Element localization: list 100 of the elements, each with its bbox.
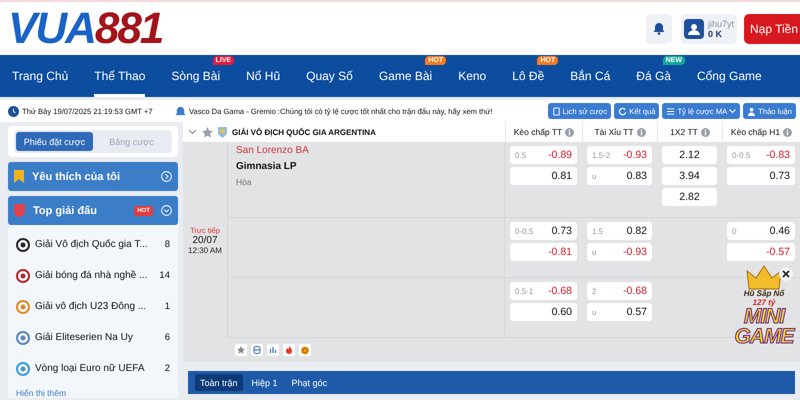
bookmark-icon (14, 170, 24, 183)
odds-value: -0.93 (623, 246, 647, 258)
league-item[interactable]: Giải Eliteserien Na Uy 6 (16, 322, 170, 353)
nav-item[interactable]: Nổ Hũ (246, 55, 280, 97)
odds-value: 0.60 (552, 306, 572, 318)
odds-cell[interactable]: 1.5 0.82 (587, 222, 652, 240)
league-item[interactable]: Giải bóng đá nhà nghề ... 14 (16, 260, 170, 291)
mini-game-widget[interactable]: Hũ Sắp Nổ 127 tỷ MINI GAME (728, 265, 800, 383)
league-item[interactable]: Vòng loại Euro nữ UEFA 2 (16, 353, 170, 384)
star-icon[interactable] (235, 344, 247, 356)
nav-item[interactable]: Quay Số (306, 55, 353, 97)
person-icon (747, 106, 756, 116)
odds-value: 2.12 (679, 149, 700, 161)
match-count: 8 (164, 239, 170, 250)
odds-value: -0.57 (766, 246, 790, 258)
handicap-line: 1.5-2 (592, 150, 612, 160)
odds-cell[interactable]: -0.57 (727, 243, 795, 261)
handicap-line: u (592, 172, 598, 180)
odds-value: 0.82 (626, 225, 647, 237)
nav-item[interactable]: Bắn Cá (570, 55, 610, 97)
odds-value: -0.68 (623, 285, 647, 297)
odds-cell[interactable]: 2 -0.68 (587, 282, 652, 300)
league-title: GIẢI VÔ ĐỊCH QUỐC GIA ARGENTINA (232, 128, 376, 136)
league-name: Giải vô địch U23 Đông ... (35, 301, 148, 312)
match-date: 20/07 (192, 234, 218, 246)
nav-item[interactable]: Cổng Game (696, 55, 762, 97)
notification-button[interactable] (646, 14, 672, 44)
odds-cell[interactable]: 3.94 (662, 167, 717, 185)
period-tab[interactable]: Toàn trận (195, 374, 243, 391)
odds-cell[interactable]: 0.73 (727, 167, 795, 185)
handicap-line: 0.5-1 (515, 286, 534, 296)
nav-item[interactable]: Trang Chủ (12, 55, 68, 97)
match-time: 12:30 AM (188, 246, 222, 254)
league-name: Vòng loại Euro nữ UEFA (35, 363, 146, 374)
odds-cell[interactable]: 0.60 (510, 303, 577, 321)
odds-cell[interactable]: 0 0.46 (727, 222, 795, 240)
league-name: Giải Eliteserien Na Uy (35, 332, 134, 343)
close-icon[interactable] (779, 267, 793, 281)
odds-cell[interactable]: 0.5-1 -0.68 (510, 282, 577, 300)
league-logo-icon (16, 300, 30, 314)
handicap-line: u (592, 308, 598, 316)
league-item[interactable]: Giải Vô địch Quốc gia T... 8 (16, 229, 170, 260)
info-icon (565, 128, 574, 136)
handicap-line: 0-0.5 (732, 150, 752, 160)
period-tab[interactable]: Phạt góc (286, 374, 332, 391)
show-more-link[interactable]: Hiển thị thêm (16, 384, 170, 398)
sidebar-tab[interactable]: Phiếu đặt cược (16, 132, 93, 151)
bar-chart-icon[interactable] (267, 344, 279, 356)
odds-value: 2.82 (679, 191, 700, 203)
odds-cell[interactable]: 0-0.5 -0.83 (727, 146, 795, 164)
caret-icon (729, 108, 736, 114)
league-name: Giải Vô địch Quốc gia T... (35, 239, 149, 250)
odds-value: -0.89 (548, 149, 572, 161)
match-count: 6 (164, 332, 170, 343)
deposit-button[interactable]: Nạp Tiền (744, 14, 800, 44)
odds-cell[interactable]: 2.12 (662, 146, 717, 164)
odds-cell[interactable]: -0.81 (510, 243, 577, 261)
odds-cell[interactable]: 2.82 (662, 188, 717, 206)
info-icon (700, 128, 710, 136)
league-logo-icon (16, 362, 30, 376)
site-logo[interactable]: VUA881 (8, 4, 646, 54)
chevron-down-icon[interactable] (188, 129, 197, 135)
favorites-bar[interactable]: Yêu thích của tôi (8, 162, 178, 191)
balance: 0 K (708, 28, 722, 38)
odds-cell[interactable]: u 0.57 (587, 303, 652, 321)
odds-value: -0.81 (548, 246, 572, 258)
odds-value: -0.83 (766, 149, 790, 161)
odds-cell[interactable]: 0.81 (510, 167, 577, 185)
list-icon (666, 106, 676, 116)
league-badge-icon (218, 126, 227, 138)
user-card[interactable]: jihu7yt 0 K (681, 14, 737, 44)
match-count: 1 (164, 301, 170, 312)
info-icon (636, 128, 646, 136)
mini-game-word: GAME (734, 327, 794, 347)
handicap-line: 2 (592, 286, 598, 296)
username: jihu7yt (708, 18, 734, 28)
handicap-line: 0.5 (515, 150, 528, 160)
match-count: 2 (164, 363, 170, 374)
coin-icon[interactable] (299, 344, 311, 356)
user-icon (684, 18, 704, 38)
period-tab[interactable]: Hiệp 1 (246, 374, 283, 391)
odds-value: 0.81 (552, 170, 572, 182)
odds-cell[interactable]: 0-0.5 0.73 (510, 222, 577, 240)
chevron-right-icon (161, 171, 172, 182)
flame-icon[interactable] (283, 344, 295, 356)
odds-cell[interactable]: u 0.83 (587, 167, 652, 185)
league-item[interactable]: Giải vô địch U23 Đông ... 1 (16, 291, 170, 322)
league-logo-icon (16, 268, 30, 282)
league-logo-icon (16, 238, 30, 252)
odds-cell[interactable]: 0.5 -0.89 (510, 146, 577, 164)
info-icon (783, 128, 792, 136)
odds-cell[interactable]: u -0.93 (587, 243, 652, 261)
bell-icon (653, 22, 665, 35)
star-icon[interactable] (202, 126, 213, 138)
nav-item[interactable]: Keno (458, 55, 486, 97)
handicap-line: 0-0.5 (515, 226, 534, 236)
odds-cell[interactable]: 1.5-2 -0.93 (587, 146, 652, 164)
nav-item[interactable]: Thể Thao (94, 55, 146, 97)
draw-label: Hòa (236, 177, 253, 187)
handicap-line: 0 (732, 226, 738, 236)
